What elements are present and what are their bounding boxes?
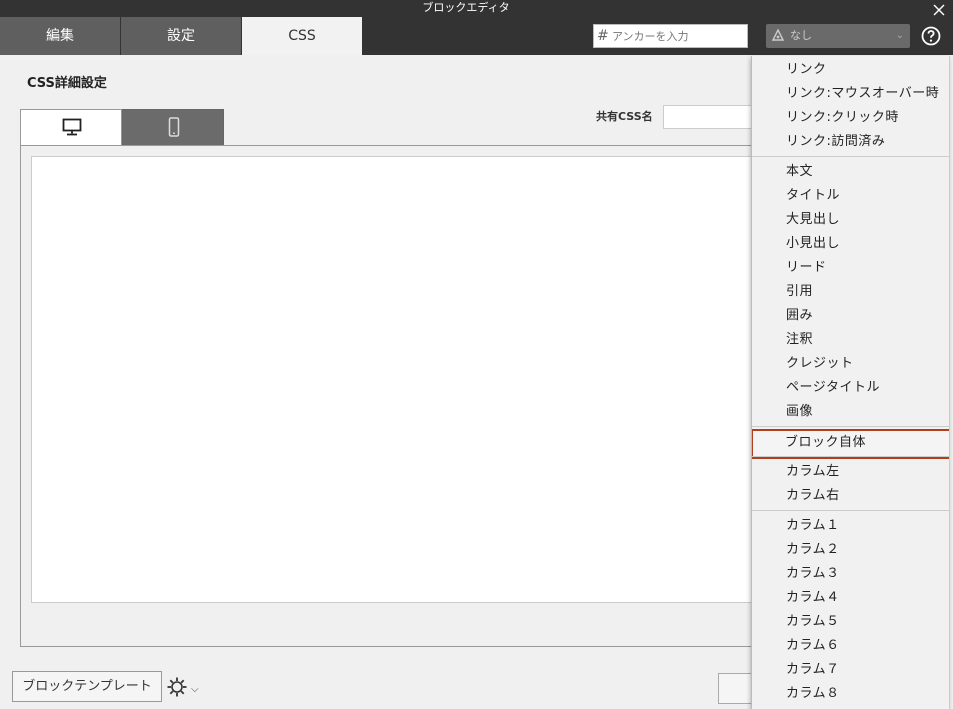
dropdown-item[interactable]: 囲み <box>752 304 949 328</box>
chevron-down-icon: ⌄ <box>895 30 904 41</box>
tab-css[interactable]: CSS <box>242 17 362 55</box>
shared-css-input[interactable] <box>663 105 763 129</box>
dropdown-item[interactable]: カラム１ <box>752 514 949 538</box>
dropdown-item[interactable]: リンク <box>752 58 949 82</box>
smartphone-icon <box>168 117 180 137</box>
css-editor[interactable] <box>31 156 771 603</box>
dropdown-item[interactable]: カラム左 <box>752 460 949 484</box>
dropdown-item[interactable]: 小見出し <box>752 232 949 256</box>
style-select-value: なし <box>790 29 812 42</box>
page-title: CSS詳細設定 <box>27 76 107 91</box>
element-dropdown: リンク リンク:マウスオーバー時 リンク:クリック時 リンク:訪問済み 本文 タイトル 大見… <box>751 56 950 709</box>
dropdown-separator <box>752 510 949 511</box>
monitor-icon <box>62 118 82 136</box>
dropdown-item[interactable]: タイトル <box>752 184 949 208</box>
dropdown-item[interactable]: カラム４ <box>752 586 949 610</box>
dropdown-item[interactable]: リード <box>752 256 949 280</box>
dropdown-item[interactable]: 大見出し <box>752 208 949 232</box>
dropdown-separator <box>752 426 949 427</box>
style-select[interactable]: なし ⌄ <box>766 24 910 48</box>
dropdown-item[interactable]: カラム５ <box>752 610 949 634</box>
window-title: ブロックエディタ <box>422 1 510 14</box>
chevron-down-icon[interactable]: ⌵ <box>191 684 199 695</box>
dropdown-item[interactable]: カラム８ <box>752 682 949 706</box>
dropdown-item[interactable]: 画像 <box>752 400 949 424</box>
dropdown-item[interactable]: ページタイトル <box>752 376 949 400</box>
anchor-field[interactable]: # <box>593 24 748 48</box>
dropdown-item[interactable]: カラム６ <box>752 634 949 658</box>
dropdown-item[interactable]: カラム右 <box>752 484 949 508</box>
dropdown-item[interactable]: リンク:クリック時 <box>752 106 949 130</box>
anchor-input[interactable] <box>612 27 742 45</box>
dropdown-item[interactable]: リンク:マウスオーバー時 <box>752 82 949 106</box>
tab-smartphone[interactable] <box>122 109 224 146</box>
dropdown-item[interactable]: クレジット <box>752 352 949 376</box>
help-icon[interactable] <box>921 26 941 46</box>
gear-icon[interactable] <box>166 676 188 698</box>
tab-desktop[interactable] <box>20 109 122 146</box>
hash-icon: # <box>597 28 609 44</box>
dropdown-item[interactable]: カラム７ <box>752 658 949 682</box>
dropdown-item[interactable]: 注釈 <box>752 328 949 352</box>
tab-edit[interactable]: 編集 <box>0 17 120 55</box>
dropdown-separator <box>752 456 949 457</box>
dropdown-item[interactable]: 本文 <box>752 160 949 184</box>
top-bar: ブロックエディタ 編集 設定 CSS # なし ⌄ <box>0 0 953 55</box>
dropdown-item[interactable]: 引用 <box>752 280 949 304</box>
dropdown-separator <box>752 156 949 157</box>
tab-settings[interactable]: 設定 <box>121 17 241 55</box>
font-style-icon <box>772 29 784 41</box>
shared-css-label: 共有CSS名 <box>596 110 653 123</box>
dropdown-item[interactable]: カラム２ <box>752 538 949 562</box>
block-template-button[interactable]: ブロックテンプレート <box>12 671 162 702</box>
dropdown-item[interactable]: カラム３ <box>752 562 949 586</box>
dropdown-item[interactable]: リンク:訪問済み <box>752 130 949 154</box>
close-icon[interactable] <box>932 3 946 17</box>
dropdown-item-selected[interactable]: ブロック自体 <box>752 429 949 459</box>
